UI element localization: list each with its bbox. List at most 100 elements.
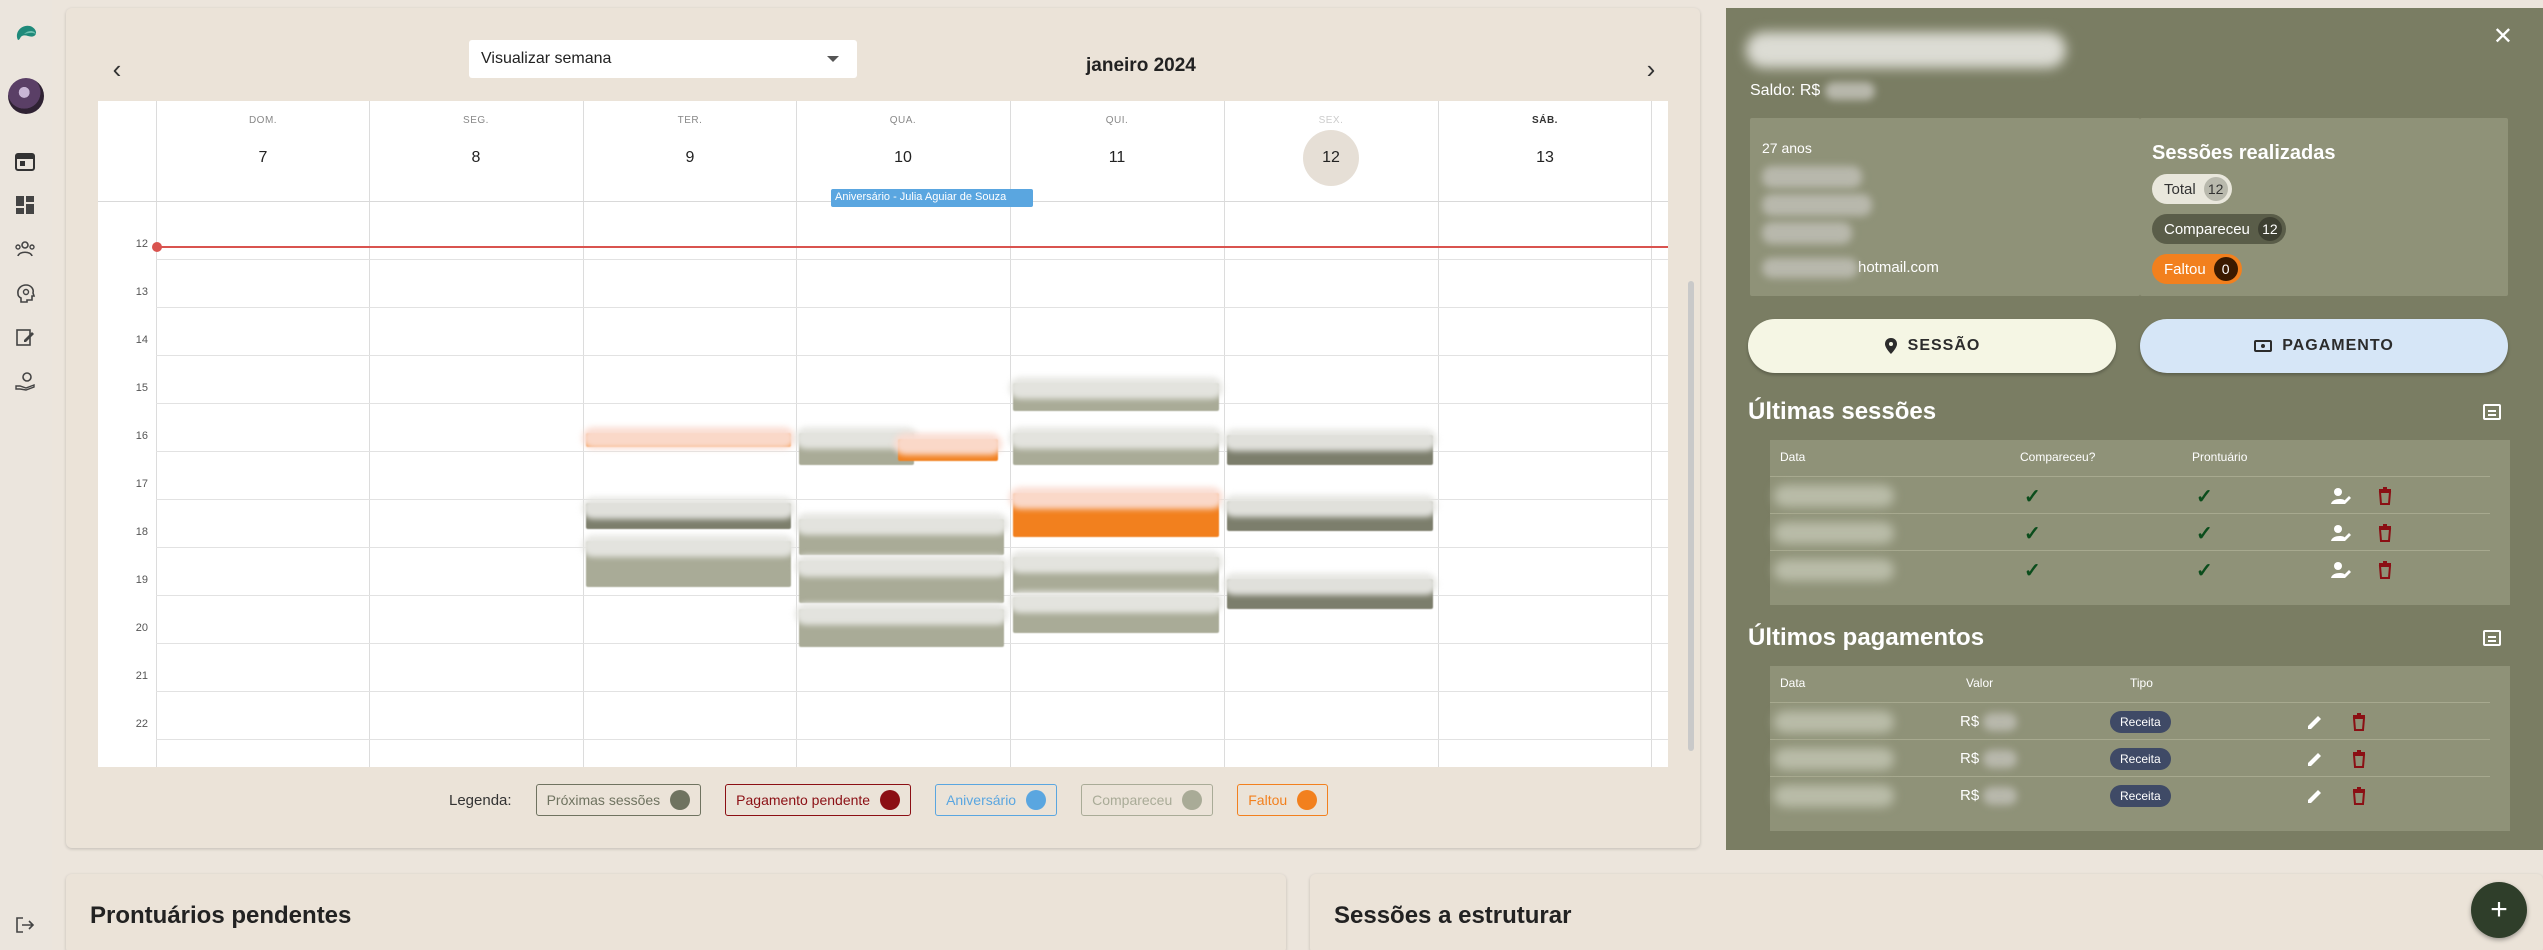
calendar-event[interactable]: [1227, 435, 1433, 465]
delete-icon[interactable]: [2374, 485, 2396, 507]
calendar-event[interactable]: [586, 503, 791, 529]
new-session-button[interactable]: SESSÃO: [1748, 319, 2116, 373]
add-button[interactable]: +: [2471, 882, 2527, 938]
close-icon[interactable]: ✕: [2493, 22, 2513, 51]
calendar-event[interactable]: [799, 519, 1004, 555]
delete-icon[interactable]: [2348, 748, 2370, 770]
next-week-icon[interactable]: ›: [1636, 54, 1666, 84]
legend-label: Compareceu: [1092, 792, 1173, 808]
new-session-label: SESSÃO: [1907, 337, 1981, 354]
edit-icon[interactable]: [2304, 785, 2326, 807]
col-header: Compareceu?: [2020, 450, 2096, 464]
legend-dot: [670, 790, 691, 810]
app-logo-icon[interactable]: [12, 20, 40, 48]
table-view-icon[interactable]: [2483, 404, 2501, 420]
edit-icon[interactable]: [2304, 748, 2326, 770]
day-number: 13: [1536, 149, 1554, 166]
hour-label: 20: [135, 622, 148, 634]
calendar-event[interactable]: [586, 541, 791, 587]
hour-label: 15: [135, 382, 148, 394]
day-number: 9: [685, 149, 695, 166]
edit-record-icon[interactable]: [2330, 522, 2352, 544]
calendar-event[interactable]: [1227, 579, 1433, 609]
money-icon: [2254, 340, 2273, 352]
patient-email: hotmail.com: [1762, 258, 1939, 278]
col-header: Valor: [1966, 676, 1994, 690]
user-avatar[interactable]: [8, 78, 44, 114]
legend-item-pending-payment: Pagamento pendente: [725, 784, 912, 816]
payment-value: R$: [1960, 787, 2018, 806]
calendar-event[interactable]: [799, 561, 1004, 603]
calendar-event[interactable]: [1013, 493, 1219, 537]
pending-records-card: Prontuários pendentes: [66, 874, 1286, 950]
date-redacted: [1774, 522, 1894, 544]
col-header: Data: [1780, 450, 1806, 464]
calendar-icon[interactable]: [12, 148, 38, 174]
day-name: QUI.: [1105, 115, 1129, 126]
hour-label: 18: [135, 526, 148, 538]
birthday-event[interactable]: Aniversário - Julia Aguiar de Souza: [831, 189, 1033, 207]
delete-icon[interactable]: [2374, 522, 2396, 544]
legend-dot: [1182, 790, 1203, 810]
day-header[interactable]: SÁB. 13: [1439, 101, 1651, 201]
email-domain: hotmail.com: [1858, 258, 1939, 276]
chip-count: 12: [2203, 177, 2228, 201]
edit-document-icon[interactable]: [12, 324, 38, 350]
calendar-event[interactable]: [1227, 501, 1433, 531]
day-header[interactable]: SEG. 8: [370, 101, 582, 201]
redacted-field: [1762, 222, 1852, 244]
hour-label: 14: [135, 334, 148, 346]
sessions-summary-card: Sessões realizadas Total 12 Compareceu 1…: [2140, 118, 2508, 296]
dashboard-icon[interactable]: [12, 192, 38, 218]
calendar-event[interactable]: [586, 433, 791, 447]
currency: R$: [1960, 713, 1980, 730]
calendar-event[interactable]: [1013, 433, 1219, 465]
legend-title: Legenda:: [449, 791, 512, 809]
delete-icon[interactable]: [2348, 711, 2370, 733]
balance-value-redacted: [1824, 82, 1875, 100]
delete-icon[interactable]: [2374, 559, 2396, 581]
calendar-scrollbar[interactable]: [1688, 281, 1694, 751]
day-name: SÁB.: [1532, 115, 1558, 126]
view-select[interactable]: Visualizar semana: [469, 40, 857, 78]
date-redacted: [1774, 559, 1894, 581]
calendar-event[interactable]: [799, 609, 1004, 647]
payments-hand-icon[interactable]: [12, 368, 38, 394]
table-view-icon[interactable]: [2483, 630, 2501, 646]
last-sessions-title: Últimas sessões: [1748, 398, 1937, 425]
calendar-event[interactable]: [1013, 597, 1219, 633]
edit-record-icon[interactable]: [2330, 559, 2352, 581]
date-redacted: [1774, 485, 1894, 507]
psychology-icon[interactable]: [12, 280, 38, 306]
calendar-event[interactable]: [1013, 383, 1219, 411]
day-header[interactable]: QUI. 11: [1011, 101, 1223, 201]
new-payment-button[interactable]: PAGAMENTO: [2140, 319, 2508, 373]
day-header[interactable]: DOM. 7: [157, 101, 369, 201]
current-time-dot: [152, 242, 162, 252]
edit-record-icon[interactable]: [2330, 485, 2352, 507]
chip-count: 12: [2257, 217, 2282, 241]
payment-type-badge: Receita: [2110, 748, 2171, 770]
edit-icon[interactable]: [2304, 711, 2326, 733]
left-rail: [0, 0, 52, 950]
date-redacted: [1774, 711, 1894, 733]
patients-icon[interactable]: [12, 236, 38, 262]
calendar-event[interactable]: [1013, 557, 1219, 593]
calendar-event[interactable]: [898, 439, 998, 461]
logout-icon[interactable]: [12, 912, 38, 938]
day-header-today[interactable]: SEX. 12: [1225, 101, 1437, 201]
check-icon: ✓: [2024, 560, 2041, 582]
sessions-summary-title: Sessões realizadas: [2152, 142, 2336, 164]
prev-week-icon[interactable]: ‹: [102, 54, 132, 84]
delete-icon[interactable]: [2348, 785, 2370, 807]
amount-redacted: [1983, 750, 2018, 769]
day-number: 10: [894, 149, 912, 166]
legend-item-upcoming: Próximas sessões: [535, 784, 702, 816]
day-header[interactable]: TER. 9: [584, 101, 796, 201]
legend-dot: [1297, 790, 1318, 810]
col-header: Prontuário: [2192, 450, 2248, 464]
day-name: QUA.: [889, 115, 917, 126]
day-header[interactable]: QUA. 10: [797, 101, 1009, 201]
currency: R$: [1960, 787, 1980, 804]
current-time-line: [156, 246, 1668, 248]
